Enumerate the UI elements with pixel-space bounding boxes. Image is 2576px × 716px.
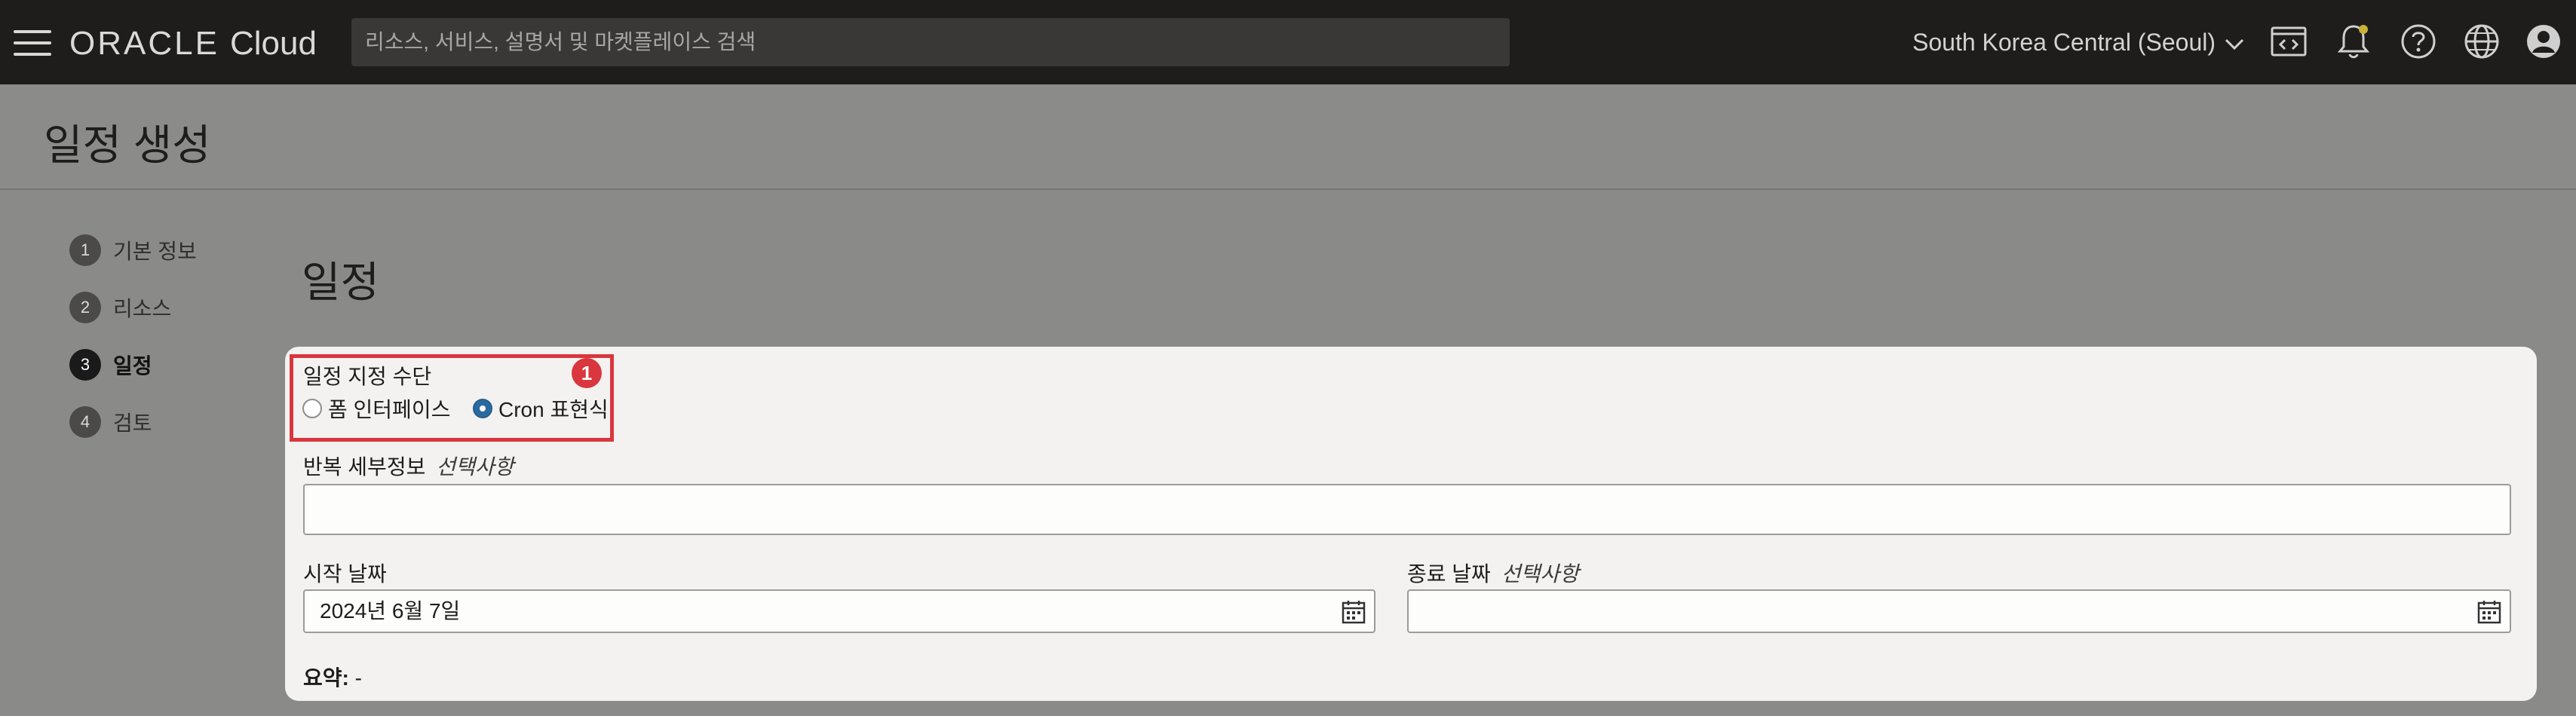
start-date-label: 시작 날짜 — [303, 562, 387, 586]
menu-icon[interactable] — [14, 30, 51, 56]
end-date-label: 종료 날짜 선택사항 — [1407, 558, 1579, 588]
step-number: 4 — [69, 406, 101, 438]
summary-label: 요약: — [303, 666, 349, 690]
start-date-input[interactable]: 2024년 6월 7일 — [303, 589, 1375, 633]
schedule-method-label: 일정 지정 수단 — [303, 365, 432, 388]
logo-oracle-text: ORACLE — [69, 25, 219, 62]
step-label: 기본 정보 — [113, 240, 197, 263]
step-number: 1 — [69, 234, 101, 266]
chevron-down-icon — [2225, 26, 2244, 59]
summary-value: - — [354, 666, 362, 690]
radio-form-interface[interactable]: 폼 인터페이스 — [302, 393, 450, 424]
page-title: 일정 생성 — [44, 121, 211, 169]
region-selector[interactable]: South Korea Central (Seoul) — [1912, 26, 2244, 59]
summary: 요약: - — [303, 662, 362, 692]
step-schedule[interactable]: 3 일정 — [69, 348, 152, 381]
region-label: South Korea Central (Seoul) — [1912, 29, 2216, 56]
step-resources[interactable]: 2 리소스 — [69, 291, 171, 324]
logo-cloud-text: Cloud — [229, 25, 317, 62]
radio-cron-expression[interactable]: Cron 표현식 — [473, 393, 609, 424]
end-date-input[interactable] — [1407, 589, 2511, 633]
end-date-label-text: 종료 날짜 — [1407, 562, 1491, 586]
radio-label: Cron 표현식 — [498, 398, 609, 421]
recurrence-input[interactable] — [303, 484, 2511, 535]
language-globe-icon[interactable] — [2461, 21, 2502, 62]
help-icon[interactable] — [2398, 21, 2439, 62]
search-input[interactable]: 리소스, 서비스, 설명서 및 마켓플레이스 검색 — [351, 18, 1510, 66]
optional-tag: 선택사항 — [1501, 562, 1579, 586]
user-profile-icon[interactable] — [2523, 21, 2564, 62]
section-title: 일정 — [302, 259, 380, 306]
optional-tag: 선택사항 — [436, 455, 514, 479]
recurrence-label-text: 반복 세부정보 — [303, 455, 426, 479]
code-editor-icon[interactable] — [2268, 21, 2309, 62]
recurrence-label: 반복 세부정보 선택사항 — [303, 451, 514, 481]
radio-label: 폼 인터페이스 — [328, 398, 451, 421]
step-label: 검토 — [113, 412, 152, 435]
calendar-icon[interactable] — [1341, 599, 1366, 625]
start-date-value: 2024년 6월 7일 — [320, 599, 461, 623]
top-navigation-bar: ORACLE Cloud 리소스, 서비스, 설명서 및 마켓플레이스 검색 S… — [0, 0, 2576, 84]
step-number: 3 — [69, 349, 101, 381]
notifications-bell-icon[interactable] — [2333, 21, 2374, 62]
step-number: 2 — [69, 292, 101, 323]
step-review[interactable]: 4 검토 — [69, 405, 152, 439]
calendar-icon[interactable] — [2476, 599, 2502, 625]
step-label: 일정 — [113, 354, 152, 378]
page-header: 일정 생성 — [0, 84, 2576, 190]
radio-circle — [302, 399, 322, 418]
step-basic-info[interactable]: 1 기본 정보 — [69, 234, 197, 267]
step-label: 리소스 — [113, 297, 172, 320]
oracle-cloud-logo[interactable]: ORACLE Cloud — [69, 24, 317, 63]
radio-circle-selected — [473, 399, 492, 418]
callout-badge: 1 — [572, 358, 602, 388]
